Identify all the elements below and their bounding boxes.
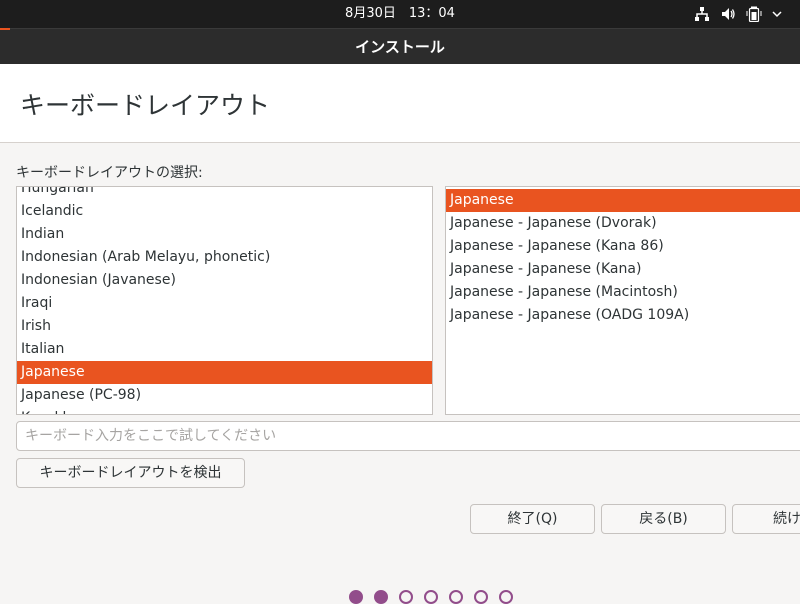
keyboard-layout-list[interactable]: Hungarian Icelandic Indian Indonesian (Arab… <box>16 186 433 415</box>
continue-button[interactable]: 続け <box>732 504 800 534</box>
list-item[interactable]: Japanese - Japanese (OADG 109A) <box>446 304 800 327</box>
progress-dot <box>449 590 463 604</box>
progress-dot <box>424 590 438 604</box>
list-item[interactable]: Japanese <box>17 361 432 384</box>
system-tray[interactable] <box>694 0 782 28</box>
progress-dot <box>474 590 488 604</box>
keyboard-variant-list[interactable]: Japanese Japanese - Japanese (Dvorak) Japa… <box>445 186 800 415</box>
list-item[interactable]: Japanese - Japanese (Kana 86) <box>446 235 800 258</box>
chevron-down-icon[interactable] <box>772 6 782 22</box>
list-item[interactable]: Indonesian (Javanese) <box>17 269 432 292</box>
list-item[interactable]: Japanese - Japanese (Kana) <box>446 258 800 281</box>
progress-dot <box>374 590 388 604</box>
network-icon[interactable] <box>694 6 710 22</box>
list-item[interactable]: Iraqi <box>17 292 432 315</box>
keyboard-test-input[interactable] <box>16 421 800 451</box>
volume-icon[interactable] <box>720 6 736 22</box>
system-top-bar: 8月30日 13：04 <box>0 0 800 28</box>
battery-icon[interactable] <box>746 6 762 22</box>
clock[interactable]: 8月30日 13：04 <box>0 0 800 28</box>
detect-layout-button[interactable]: キーボードレイアウトを検出 <box>16 458 245 488</box>
quit-button[interactable]: 終了(Q) <box>470 504 595 534</box>
list-item[interactable]: Indian <box>17 223 432 246</box>
list-item[interactable]: Japanese - Japanese (Dvorak) <box>446 212 800 235</box>
list-item[interactable]: Hungarian <box>17 187 432 200</box>
page-title: キーボードレイアウト <box>20 91 271 120</box>
progress-dots <box>349 590 513 604</box>
list-item[interactable]: Irish <box>17 315 432 338</box>
list-item[interactable]: Japanese - Japanese (Macintosh) <box>446 281 800 304</box>
list-item[interactable]: Japanese <box>446 189 800 212</box>
keyboard-variant-rows: Japanese Japanese - Japanese (Dvorak) Japa… <box>446 189 800 327</box>
progress-dot <box>499 590 513 604</box>
list-item[interactable]: Japanese (PC-98) <box>17 384 432 407</box>
window-title: インストール <box>355 38 445 56</box>
list-item[interactable]: Icelandic <box>17 200 432 223</box>
progress-dot <box>349 590 363 604</box>
page-header: キーボードレイアウト <box>0 64 800 143</box>
list-item[interactable]: Kazakh <box>17 407 432 414</box>
keyboard-layout-rows: Hungarian Icelandic Indian Indonesian (Arab… <box>17 187 432 414</box>
layout-section-label: キーボードレイアウトの選択: <box>16 165 203 181</box>
list-item[interactable]: Indonesian (Arab Melayu, phonetic) <box>17 246 432 269</box>
progress-dot <box>399 590 413 604</box>
window-title-bar: インストール <box>0 28 800 65</box>
back-button[interactable]: 戻る(B) <box>601 504 726 534</box>
list-item[interactable]: Italian <box>17 338 432 361</box>
